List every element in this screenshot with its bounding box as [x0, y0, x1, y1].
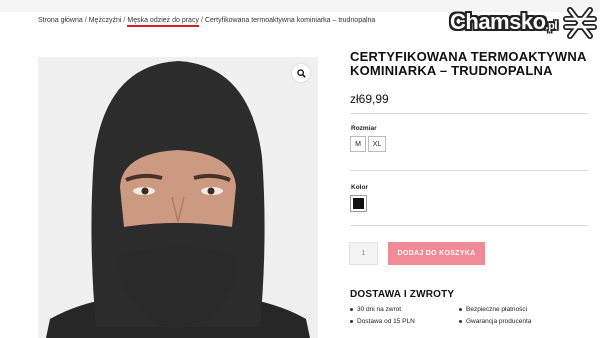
breadcrumb-current: Certyfikowana termoaktywna kominiarka – …: [204, 17, 376, 24]
size-label: Rozmiar: [351, 125, 377, 132]
logo-text: Chamsko.pl: [450, 9, 557, 34]
color-swatch: [353, 198, 364, 209]
magnifier-icon: [296, 68, 306, 78]
feature-secure-payments: Bezpieczne płatności: [459, 306, 527, 313]
divider: [350, 113, 588, 114]
breadcrumb-men[interactable]: Mężczyźni: [89, 17, 122, 24]
color-option-black[interactable]: [350, 195, 367, 212]
breadcrumb-workwear[interactable]: Męska odzież do pracy: [127, 17, 199, 27]
breadcrumb-home[interactable]: Strona główna: [38, 17, 83, 24]
breadcrumb: Strona główna / Mężczyźni / Męska odzież do …: [38, 17, 376, 27]
size-option-xl[interactable]: XL: [368, 136, 386, 152]
feature-delivery: Dostawa od 15 PLN: [350, 318, 415, 325]
color-label: Kolor: [351, 184, 368, 191]
zoom-button[interactable]: [292, 64, 310, 82]
logo-cross-icon: [563, 7, 597, 39]
site-logo: Chamsko.pl: [447, 6, 597, 40]
divider: [350, 225, 588, 226]
bullet-icon: [350, 307, 353, 311]
bullet-icon: [459, 307, 462, 311]
product-title: CERTYFIKOWANA TERMOAKTYWNA KOMINIARKA – …: [350, 49, 587, 78]
add-to-cart-button[interactable]: DODAJ DO KOSZYKA: [388, 242, 485, 265]
bullet-icon: [459, 319, 462, 323]
quantity-input[interactable]: 1: [349, 242, 378, 265]
breadcrumb-separator: /: [84, 17, 87, 24]
size-option-m[interactable]: M: [350, 136, 366, 152]
bullet-icon: [350, 319, 353, 323]
product-image[interactable]: [38, 57, 318, 338]
divider: [350, 170, 588, 171]
feature-warranty: Gwarancja producenta: [459, 318, 531, 325]
product-price: zł69,99: [350, 92, 389, 106]
breadcrumb-separator: /: [200, 17, 203, 24]
feature-returns: 30 dni na zwrot: [350, 306, 401, 313]
breadcrumb-separator: /: [123, 17, 126, 24]
shipping-title: DOSTAWA I ZWROTY: [350, 289, 455, 300]
balaclava-photo: [38, 57, 318, 338]
